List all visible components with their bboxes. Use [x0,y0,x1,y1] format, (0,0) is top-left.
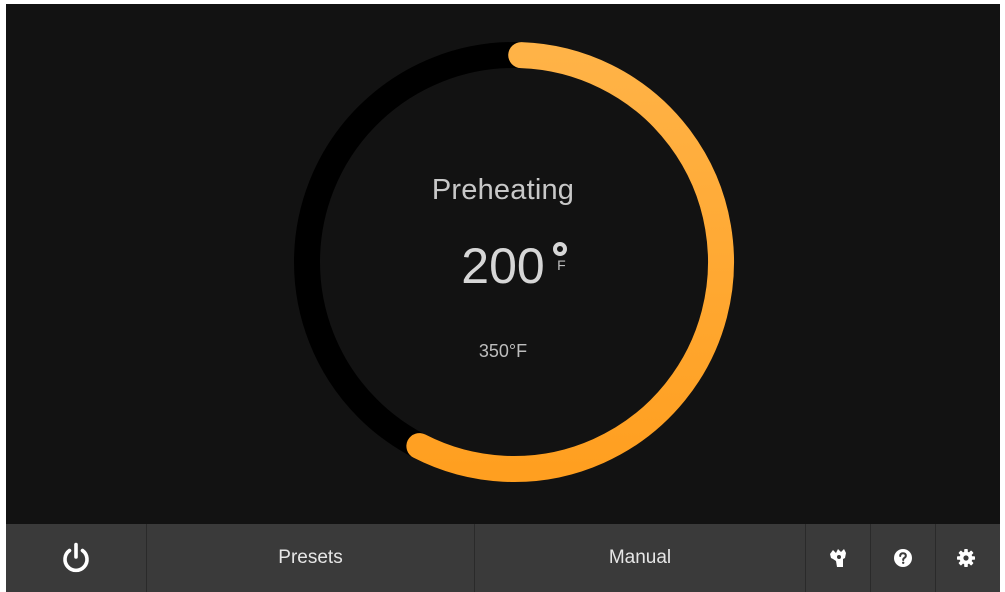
power-icon [59,541,93,575]
current-temperature: 200 F [6,236,1000,296]
presets-button[interactable]: Presets [147,524,475,592]
presets-label: Presets [278,547,343,568]
manual-label: Manual [608,547,672,568]
gesture-button[interactable] [806,524,871,592]
power-button[interactable] [6,524,147,592]
target-temperature: 350°F [478,341,528,361]
help-icon [894,549,912,567]
app-screen: Preheating 200 F 350°F Presets Manual [6,4,1000,592]
manual-button[interactable]: Manual [475,524,806,592]
settings-button[interactable] [936,524,995,592]
gear-icon [956,549,975,567]
current-temperature-value: 200 [461,238,545,294]
help-button[interactable] [871,524,936,592]
current-temperature-unit: F [557,257,566,273]
temperature-dial: Preheating 200 F 350°F [6,4,1000,524]
hand-gesture-icon [827,546,849,570]
degree-symbol [552,242,567,256]
status-label: Preheating [431,174,575,206]
bottom-toolbar: Presets Manual [6,524,1000,592]
